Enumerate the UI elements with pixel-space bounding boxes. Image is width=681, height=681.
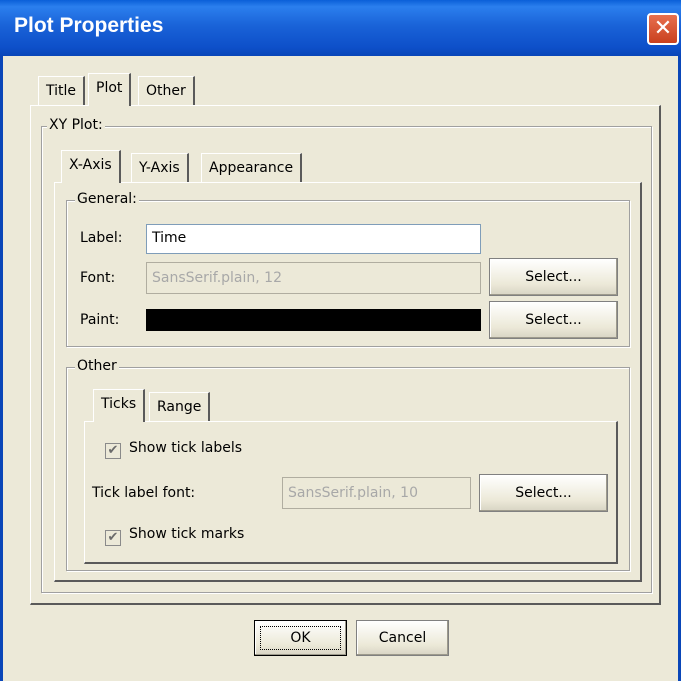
axis-label-input[interactable]: Time bbox=[146, 224, 481, 254]
tab-ticks[interactable]: Ticks bbox=[93, 389, 146, 422]
font-select-button[interactable]: Select... bbox=[489, 258, 618, 296]
tab-plot[interactable]: Plot bbox=[88, 73, 132, 106]
show-tick-labels-checkbox[interactable]: ✔ bbox=[105, 443, 121, 459]
ok-button[interactable]: OK bbox=[254, 620, 347, 656]
general-legend: General: bbox=[75, 191, 139, 207]
paint-label: Paint: bbox=[80, 312, 120, 328]
window-title: Plot Properties bbox=[14, 14, 164, 37]
axis-label-label: Label: bbox=[80, 230, 123, 246]
paint-color-swatch[interactable] bbox=[146, 309, 481, 331]
tick-label-font-label: Tick label font: bbox=[92, 485, 196, 501]
tick-label-font-field: SansSerif.plain, 10 bbox=[282, 477, 471, 509]
font-label: Font: bbox=[80, 270, 116, 286]
close-button[interactable]: ✕ bbox=[647, 13, 679, 45]
show-tick-marks-checkbox[interactable]: ✔ bbox=[105, 530, 121, 546]
tab-appearance[interactable]: Appearance bbox=[201, 153, 303, 183]
other-legend: Other bbox=[75, 358, 119, 374]
cancel-button[interactable]: Cancel bbox=[356, 620, 449, 656]
tick-font-select-button[interactable]: Select... bbox=[479, 474, 608, 512]
xy-plot-legend: XY Plot: bbox=[47, 117, 105, 133]
tab-other[interactable]: Other bbox=[138, 76, 195, 106]
show-tick-labels-label: Show tick labels bbox=[129, 440, 243, 456]
window-frame-left bbox=[0, 56, 3, 681]
tab-range[interactable]: Range bbox=[149, 392, 211, 422]
show-tick-marks-label: Show tick marks bbox=[129, 526, 245, 542]
font-field: SansSerif.plain, 12 bbox=[146, 262, 481, 294]
tab-y-axis[interactable]: Y-Axis bbox=[131, 153, 189, 183]
tab-x-axis[interactable]: X-Axis bbox=[61, 150, 121, 183]
ok-button-label: OK bbox=[260, 626, 341, 650]
paint-select-button[interactable]: Select... bbox=[489, 301, 618, 339]
tab-title[interactable]: Title bbox=[38, 76, 86, 106]
